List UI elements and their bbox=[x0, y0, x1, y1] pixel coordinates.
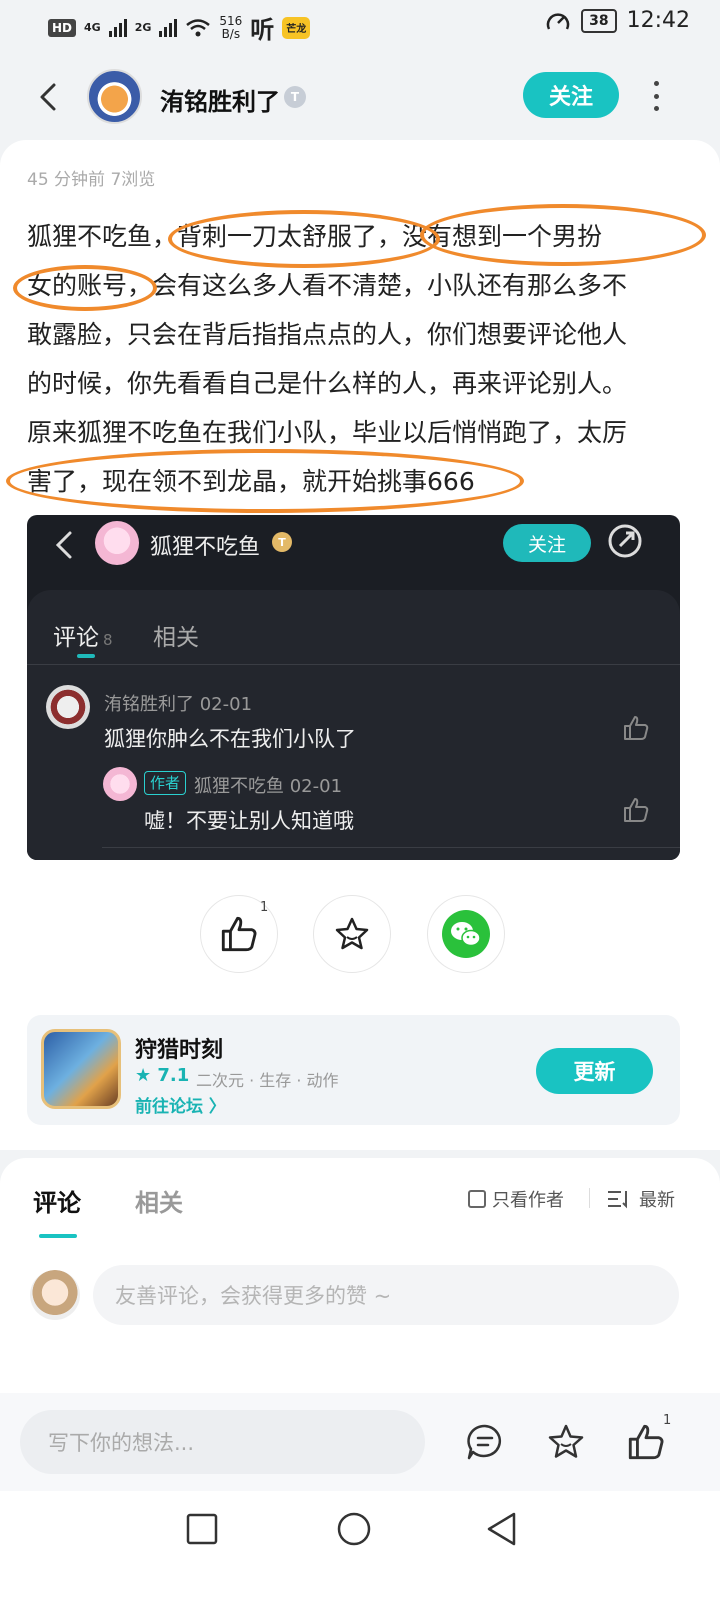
comment-user: 洧铭胜利了 02-01 bbox=[104, 694, 253, 715]
bottom-action-bar: 写下你的想法... 1 bbox=[0, 1393, 720, 1491]
author-avatar[interactable] bbox=[87, 69, 142, 124]
embedded-screenshot[interactable]: 狐狸不吃鱼 T 关注 评论 8 相关 洧铭胜利了 02-01 狐狸你肿么不在我们小… bbox=[27, 515, 680, 860]
sort-label: 最新 bbox=[639, 1190, 675, 1211]
recents-square-icon[interactable] bbox=[186, 1513, 218, 1545]
screenshot-user-name: 狐狸不吃鱼 bbox=[150, 535, 261, 560]
highlight-ring bbox=[6, 449, 524, 513]
like-count: 1 bbox=[663, 1413, 672, 1428]
tab-related[interactable]: 相关 bbox=[135, 1183, 183, 1218]
wifi-icon bbox=[186, 18, 211, 36]
highlight-ring bbox=[420, 204, 706, 266]
app-notification-icon: 芒龙 bbox=[282, 16, 311, 39]
author-name[interactable]: 洧铭胜利了 bbox=[160, 82, 280, 117]
avatar bbox=[103, 767, 137, 801]
clock: 12:42 bbox=[626, 8, 690, 33]
divider bbox=[589, 1188, 590, 1208]
speed-unit: B/s bbox=[221, 26, 241, 41]
comment-input[interactable]: 友善评论，会获得更多的赞 ~ bbox=[93, 1265, 679, 1325]
screenshot-follow-button: 关注 bbox=[503, 524, 591, 562]
game-card[interactable]: 狩猎时刻 ★ 7.1 二次元 · 生存 · 动作 前往论坛 〉 更新 bbox=[27, 1015, 680, 1125]
favorite-button[interactable] bbox=[313, 895, 391, 973]
home-circle-icon[interactable] bbox=[336, 1511, 372, 1547]
checkbox-icon bbox=[468, 1190, 486, 1208]
back-arrow-icon[interactable] bbox=[30, 77, 70, 117]
follow-button[interactable]: 关注 bbox=[523, 72, 619, 118]
signal-4g-label: 4G bbox=[84, 21, 101, 34]
tab-comments: 评论 8 bbox=[53, 618, 113, 652]
more-options-icon[interactable] bbox=[648, 81, 664, 111]
system-nav-bar bbox=[0, 1491, 720, 1600]
divider bbox=[27, 664, 680, 665]
sort-icon bbox=[608, 1191, 627, 1209]
listen-app-icon: 听 bbox=[250, 16, 275, 44]
comment-icon[interactable] bbox=[465, 1422, 505, 1462]
back-triangle-icon[interactable] bbox=[484, 1511, 520, 1547]
thumbs-up-icon bbox=[624, 716, 649, 740]
go-to-forum-link[interactable]: 前往论坛 〉 bbox=[135, 1092, 226, 1117]
back-arrow-icon bbox=[55, 531, 72, 559]
comment-text: 嘘！不要让别人知道哦 bbox=[144, 809, 354, 833]
tab-related: 相关 bbox=[153, 625, 199, 651]
comments-section: 评论 相关 只看作者 最新 友善评论，会获得更多的赞 ~ bbox=[0, 1158, 720, 1393]
thumbs-up-icon[interactable] bbox=[626, 1422, 666, 1462]
post-header: 洧铭胜利了 T 关注 bbox=[0, 55, 720, 140]
screenshot-comment-panel: 评论 8 相关 洧铭胜利了 02-01 狐狸你肿么不在我们小队了 作者 狐狸不吃鱼… bbox=[27, 590, 680, 860]
game-rating: ★ 7.1 bbox=[135, 1065, 190, 1086]
tab-comments[interactable]: 评论 bbox=[33, 1183, 81, 1218]
avatar bbox=[95, 521, 139, 565]
avatar bbox=[46, 685, 90, 729]
game-tags: 二次元 · 生存 · 动作 bbox=[196, 1071, 339, 1090]
signal-icon-2 bbox=[159, 18, 178, 37]
level-badge-icon: T bbox=[272, 532, 292, 552]
speed-value: 516 bbox=[219, 13, 243, 28]
thumbs-up-icon bbox=[624, 798, 649, 822]
speed-meter-icon bbox=[546, 12, 570, 30]
share-icon bbox=[608, 524, 642, 558]
tab-indicator bbox=[39, 1234, 77, 1238]
star-icon[interactable] bbox=[546, 1422, 586, 1462]
status-bar: HD 4G 2G 516 B/s 听 芒龙 38 12:42 bbox=[0, 0, 720, 50]
thumbs-up-icon bbox=[221, 916, 257, 952]
network-speed: 516 B/s bbox=[219, 13, 243, 41]
hd-indicator: HD bbox=[48, 18, 77, 37]
battery-icon: 38 bbox=[581, 8, 617, 33]
signal-2g-label: 2G bbox=[134, 21, 152, 34]
post-line: 敢露脸，只会在背后指指点点的人，你们想要评论他人 bbox=[27, 320, 628, 349]
highlight-ring bbox=[168, 210, 440, 268]
wechat-icon bbox=[442, 910, 490, 958]
post-line: 的时候，你先看看自己是什么样的人，再来评论别人。 bbox=[27, 369, 628, 398]
status-right: 38 12:42 bbox=[545, 8, 690, 33]
star-icon bbox=[335, 917, 369, 950]
user-avatar bbox=[30, 1270, 80, 1320]
only-author-label: 只看作者 bbox=[492, 1190, 564, 1211]
tab-comments-count: 8 bbox=[103, 631, 113, 649]
wechat-share-button[interactable] bbox=[427, 895, 505, 973]
game-icon bbox=[41, 1029, 121, 1109]
comment-text: 狐狸你肿么不在我们小队了 bbox=[104, 727, 356, 751]
status-left: HD 4G 2G 516 B/s 听 芒龙 bbox=[48, 10, 311, 45]
author-tag: 作者 bbox=[144, 771, 187, 795]
like-count: 1 bbox=[260, 900, 269, 915]
only-author-toggle[interactable]: 只看作者 bbox=[468, 1186, 564, 1212]
comment-user: 狐狸不吃鱼 02-01 bbox=[194, 776, 343, 797]
tab-comments-label: 评论 bbox=[53, 625, 99, 651]
game-title: 狩猎时刻 bbox=[135, 1038, 224, 1063]
post-meta: 45 分钟前 7浏览 bbox=[27, 170, 156, 190]
highlight-ring bbox=[13, 265, 157, 311]
post-line: 原来狐狸不吃鱼在我们小队，毕业以后悄悄跑了，太厉 bbox=[27, 418, 628, 447]
post-card: 45 分钟前 7浏览 狐狸不吃鱼，背刺一刀太舒服了，没有想到一个男扮 女的账号，… bbox=[0, 140, 720, 1150]
tab-indicator bbox=[77, 654, 95, 658]
sort-toggle[interactable]: 最新 bbox=[607, 1186, 675, 1212]
update-button[interactable]: 更新 bbox=[536, 1048, 653, 1094]
signal-icon bbox=[108, 18, 127, 37]
thought-input[interactable]: 写下你的想法... bbox=[20, 1410, 425, 1474]
divider bbox=[102, 847, 680, 848]
level-badge-icon: T bbox=[284, 86, 306, 108]
